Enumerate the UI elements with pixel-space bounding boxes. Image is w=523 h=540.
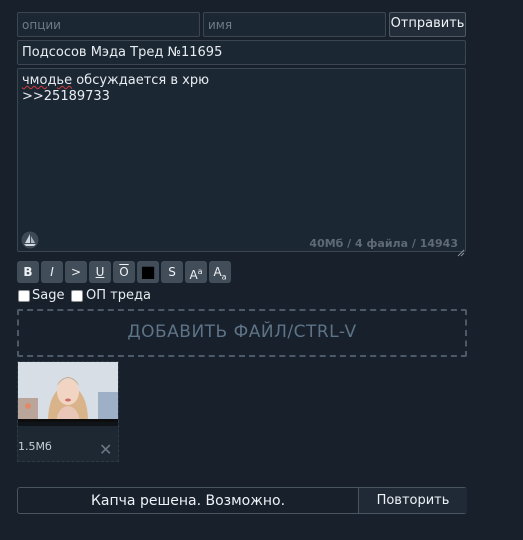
- comment-line-1-rest: обсуждается в хрю: [72, 73, 210, 88]
- sage-checkbox[interactable]: [18, 290, 30, 302]
- comment-textarea[interactable]: чмодье обсуждается в хрю >>25189733: [17, 68, 466, 252]
- bold-button[interactable]: B: [17, 261, 39, 283]
- limits-counter: 40Мб / 4 файла / 14943: [309, 237, 458, 250]
- send-button[interactable]: Отправить: [389, 12, 466, 37]
- op-label: ОП треда: [86, 288, 151, 303]
- superscript-base: A: [189, 268, 198, 282]
- strike-button[interactable]: S: [161, 261, 183, 283]
- captcha-panel: Капча решена. Возможно. Повторить: [17, 487, 467, 514]
- op-checkbox[interactable]: [71, 290, 83, 302]
- options-input[interactable]: опции: [17, 12, 200, 37]
- superscript-button[interactable]: Aa: [185, 261, 207, 283]
- underline-button[interactable]: U: [89, 261, 111, 283]
- options-placeholder: опции: [22, 18, 61, 32]
- subscript-button[interactable]: Aa: [209, 261, 231, 283]
- name-placeholder: имя: [208, 18, 233, 32]
- subscript-base: A: [213, 265, 222, 279]
- subscript-sub: a: [221, 272, 227, 282]
- italic-button[interactable]: I: [41, 261, 63, 283]
- captcha-status: Капча решена. Возможно.: [90, 493, 286, 509]
- add-file-dropzone[interactable]: ДОБАВИТЬ ФАЙЛ/CTRL-V: [17, 309, 467, 357]
- comment-line-2: >>25189733: [22, 89, 110, 104]
- sailboat-icon[interactable]: [21, 231, 39, 249]
- subject-input[interactable]: Подсосов Мэда Тред №11695: [17, 40, 466, 65]
- subject-value: Подсосов Мэда Тред №11695: [22, 45, 223, 60]
- attachment-size: 1.5Мб: [18, 440, 52, 453]
- overline-button[interactable]: O: [113, 261, 135, 283]
- resize-handle[interactable]: [457, 242, 465, 257]
- name-input[interactable]: имя: [203, 12, 386, 37]
- retry-button[interactable]: Повторить: [358, 488, 467, 513]
- comment-line-1: чмодье обсуждается в хрю: [22, 73, 461, 89]
- sage-label: Sage: [32, 288, 65, 303]
- close-icon[interactable]: ✕: [99, 442, 112, 458]
- misspelled-word: чмодье: [22, 73, 73, 88]
- spoiler-button[interactable]: ■: [137, 261, 159, 283]
- quote-button[interactable]: >: [65, 261, 87, 283]
- thumbnail-bar: [18, 422, 118, 426]
- superscript-sup: a: [197, 267, 203, 276]
- attachment-thumbnail[interactable]: [18, 362, 118, 422]
